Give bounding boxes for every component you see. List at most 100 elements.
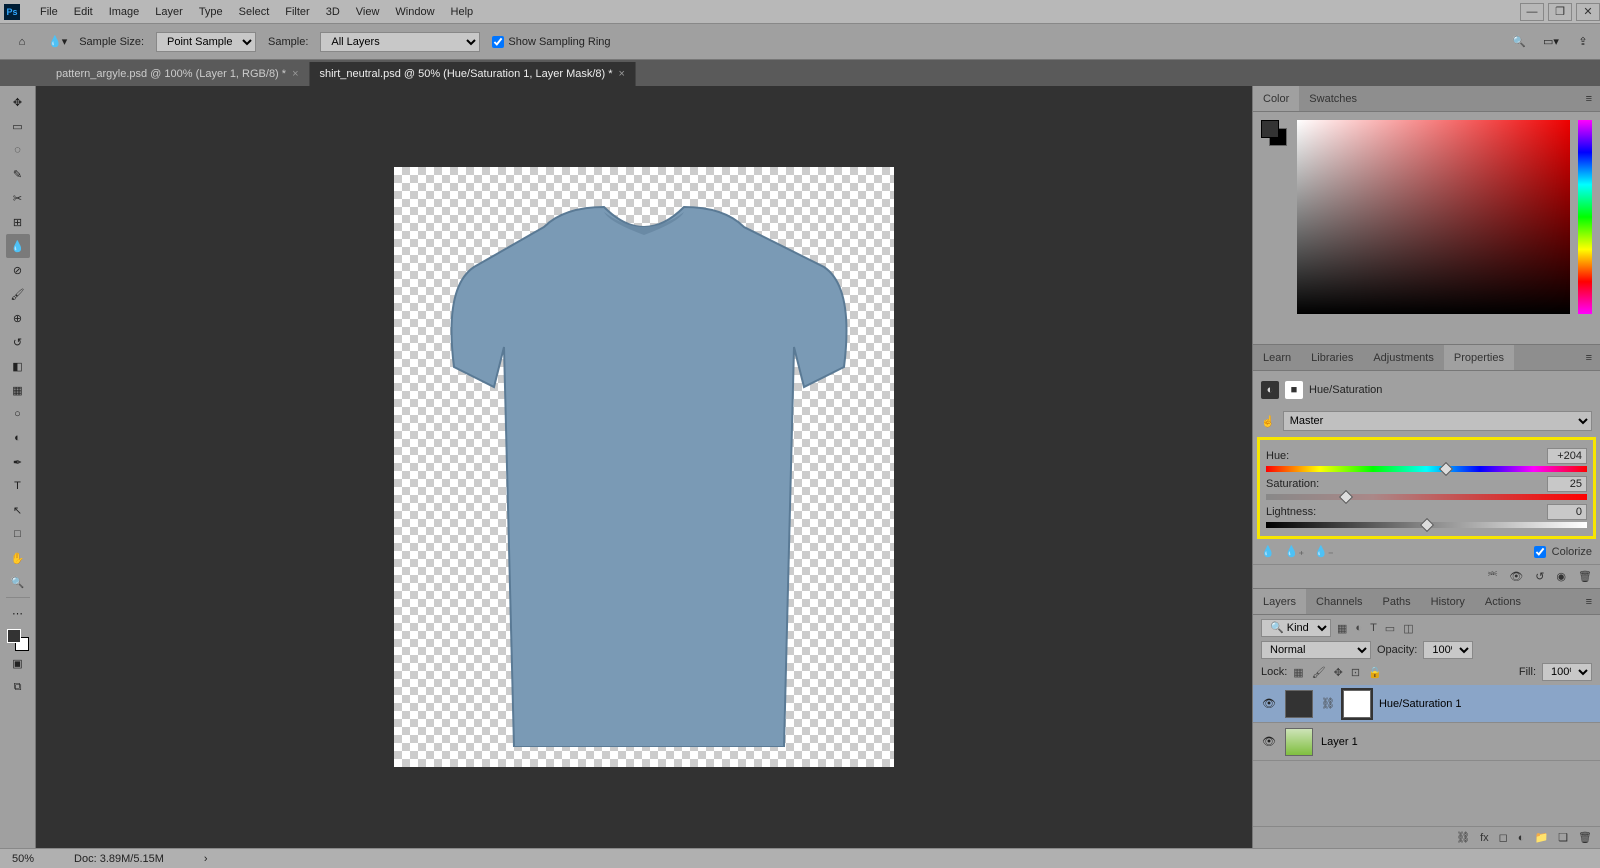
canvas-area[interactable] <box>36 86 1252 848</box>
eyedropper-tool-icon[interactable]: 💧▾ <box>48 35 67 48</box>
hue-slider[interactable] <box>1266 466 1587 472</box>
crop-tool[interactable]: ✂ <box>6 186 30 210</box>
group-icon[interactable]: 📁 <box>1534 831 1548 844</box>
search-icon[interactable]: 🔍 <box>1510 33 1528 51</box>
layer-mask-thumbnail[interactable] <box>1343 690 1371 718</box>
panel-menu-icon[interactable]: ≡ <box>1586 596 1600 608</box>
type-tool[interactable]: T <box>6 474 30 498</box>
show-sampling-ring-checkbox[interactable]: Show Sampling Ring <box>492 36 610 48</box>
blend-mode-select[interactable]: Normal <box>1261 641 1371 659</box>
foreground-background-swatch[interactable] <box>1261 120 1289 148</box>
filter-adjustment-icon[interactable]: ◐ <box>1355 622 1362 635</box>
filter-shape-icon[interactable]: ▭ <box>1385 622 1395 635</box>
libraries-panel-tab[interactable]: Libraries <box>1301 345 1363 370</box>
menu-edit[interactable]: Edit <box>66 6 101 18</box>
adjustments-panel-tab[interactable]: Adjustments <box>1363 345 1444 370</box>
actions-panel-tab[interactable]: Actions <box>1475 589 1531 614</box>
color-swatches-tool[interactable] <box>7 629 29 651</box>
eyedropper-icon[interactable]: 💧 <box>1261 545 1275 558</box>
blur-tool[interactable]: ○ <box>6 402 30 426</box>
lasso-tool[interactable]: ◌ <box>6 138 30 162</box>
move-tool[interactable]: ✥ <box>6 90 30 114</box>
document-info[interactable]: Doc: 3.89M/5.15M <box>74 853 164 865</box>
hue-value-input[interactable]: +204 <box>1547 448 1587 464</box>
targeted-adjustment-icon[interactable]: ☝ <box>1261 415 1275 428</box>
dodge-tool[interactable]: ◐ <box>6 426 30 450</box>
eyedropper-tool[interactable]: 💧 <box>6 234 30 258</box>
link-layers-icon[interactable]: ⛓ <box>1456 831 1470 844</box>
color-field-picker[interactable] <box>1297 120 1570 314</box>
frame-tool[interactable]: ⊞ <box>6 210 30 234</box>
saturation-slider[interactable] <box>1266 494 1587 500</box>
pen-tool[interactable]: ✒ <box>6 450 30 474</box>
quick-select-tool[interactable]: ✎ <box>6 162 30 186</box>
path-select-tool[interactable]: ↖ <box>6 498 30 522</box>
close-tab-icon[interactable]: × <box>292 68 298 80</box>
new-layer-icon[interactable]: ❏ <box>1558 831 1568 844</box>
history-brush-tool[interactable]: ↺ <box>6 330 30 354</box>
quick-mask-icon[interactable]: ▣ <box>6 651 30 675</box>
lightness-value-input[interactable]: 0 <box>1547 504 1587 520</box>
lock-artboard-icon[interactable]: ⊡ <box>1351 666 1360 679</box>
document-canvas[interactable] <box>394 167 894 767</box>
swatches-panel-tab[interactable]: Swatches <box>1299 86 1367 111</box>
menu-file[interactable]: File <box>32 6 66 18</box>
healing-brush-tool[interactable]: ⊘ <box>6 258 30 282</box>
panel-menu-icon[interactable]: ≡ <box>1586 93 1600 105</box>
menu-select[interactable]: Select <box>231 6 278 18</box>
close-tab-icon[interactable]: × <box>619 68 625 80</box>
hue-strip-picker[interactable] <box>1578 120 1592 314</box>
eyedropper-subtract-icon[interactable]: 💧₋ <box>1314 545 1334 558</box>
zoom-tool[interactable]: 🔍 <box>6 570 30 594</box>
screen-mode-icon[interactable]: ⧉ <box>6 675 30 699</box>
layer-visibility-icon[interactable]: 👁 <box>1261 735 1277 748</box>
window-maximize-button[interactable]: ❐ <box>1548 3 1572 21</box>
edit-toolbar-icon[interactable]: ⋯ <box>6 601 30 625</box>
reset-icon[interactable]: ↺ <box>1535 570 1544 583</box>
gradient-tool[interactable]: ▦ <box>6 378 30 402</box>
layer-thumbnail[interactable] <box>1285 728 1313 756</box>
clip-to-layer-icon[interactable]: ⎃ <box>1488 570 1497 583</box>
layers-panel-tab[interactable]: Layers <box>1253 589 1306 614</box>
window-minimize-button[interactable]: — <box>1520 3 1544 21</box>
document-tab[interactable]: shirt_neutral.psd @ 50% (Hue/Saturation … <box>310 62 636 86</box>
fill-select[interactable]: 100% <box>1542 663 1592 681</box>
lock-all-icon[interactable]: 🔒 <box>1368 666 1382 679</box>
sample-size-select[interactable]: Point Sample <box>156 32 256 52</box>
layer-filter-kind-select[interactable]: 🔍 Kind <box>1261 619 1331 637</box>
lightness-slider[interactable] <box>1266 522 1587 528</box>
delete-layer-icon[interactable]: 🗑 <box>1578 831 1592 844</box>
eyedropper-add-icon[interactable]: 💧₊ <box>1285 545 1305 558</box>
lock-image-icon[interactable]: 🖌 <box>1312 666 1326 679</box>
clone-stamp-tool[interactable]: ⊕ <box>6 306 30 330</box>
opacity-select[interactable]: 100% <box>1423 641 1473 659</box>
sample-layers-select[interactable]: All Layers <box>320 32 480 52</box>
hand-tool[interactable]: ✋ <box>6 546 30 570</box>
delete-adjustment-icon[interactable]: 🗑 <box>1578 570 1592 583</box>
lock-transparency-icon[interactable]: ▦ <box>1293 666 1303 679</box>
layer-thumbnail[interactable] <box>1285 690 1313 718</box>
layer-row[interactable]: 👁 ⛓ Hue/Saturation 1 <box>1253 685 1600 723</box>
menu-window[interactable]: Window <box>387 6 442 18</box>
window-close-button[interactable]: ✕ <box>1576 3 1600 21</box>
filter-pixel-icon[interactable]: ▦ <box>1337 622 1347 635</box>
saturation-value-input[interactable]: 25 <box>1547 476 1587 492</box>
share-icon[interactable]: ⇪ <box>1574 33 1592 51</box>
menu-help[interactable]: Help <box>443 6 482 18</box>
zoom-level[interactable]: 50% <box>12 853 34 865</box>
color-panel-tab[interactable]: Color <box>1253 86 1299 111</box>
history-panel-tab[interactable]: History <box>1421 589 1475 614</box>
menu-view[interactable]: View <box>348 6 388 18</box>
link-icon[interactable]: ⛓ <box>1321 697 1335 710</box>
layer-style-icon[interactable]: fx <box>1480 832 1489 844</box>
paths-panel-tab[interactable]: Paths <box>1373 589 1421 614</box>
layer-name[interactable]: Hue/Saturation 1 <box>1379 698 1462 710</box>
menu-filter[interactable]: Filter <box>277 6 317 18</box>
document-tab[interactable]: pattern_argyle.psd @ 100% (Layer 1, RGB/… <box>46 62 310 86</box>
filter-smart-icon[interactable]: ◫ <box>1403 622 1413 635</box>
filter-type-icon[interactable]: T <box>1370 622 1377 635</box>
eraser-tool[interactable]: ◧ <box>6 354 30 378</box>
toggle-visibility-icon[interactable]: 👁 <box>1509 570 1523 583</box>
layer-mask-icon[interactable]: ◻ <box>1499 831 1508 844</box>
layer-row[interactable]: 👁 Layer 1 <box>1253 723 1600 761</box>
